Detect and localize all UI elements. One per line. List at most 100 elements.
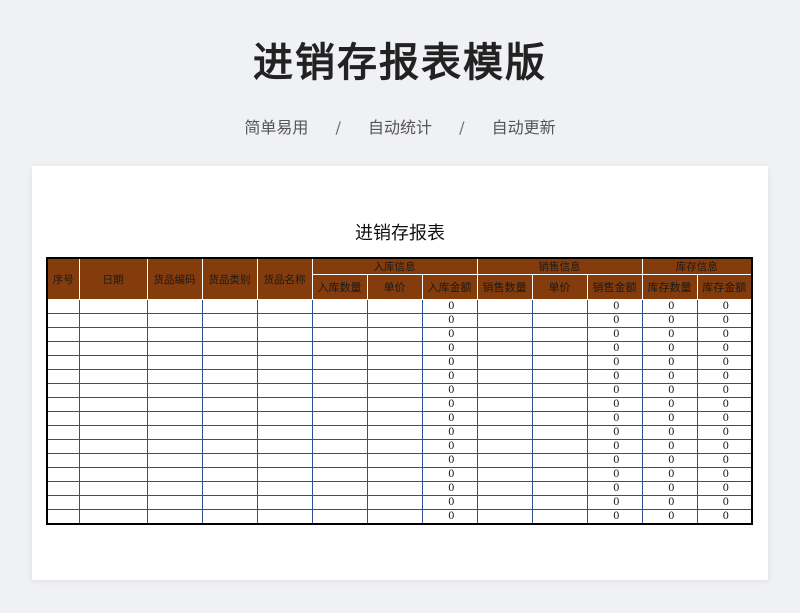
cell-empty[interactable] [366, 383, 423, 398]
cell-empty[interactable] [311, 397, 368, 412]
cell-empty[interactable] [476, 425, 533, 440]
cell-empty[interactable] [476, 467, 533, 482]
cell-empty[interactable] [366, 495, 423, 510]
cell-sales-amount[interactable]: 0 [586, 453, 643, 468]
cell-empty[interactable] [476, 341, 533, 356]
cell-empty[interactable] [256, 313, 313, 328]
cell-inbound-amount[interactable]: 0 [421, 467, 478, 482]
cell-empty[interactable] [146, 355, 203, 370]
cell-stock-qty[interactable]: 0 [641, 481, 698, 496]
cell-empty[interactable] [311, 341, 368, 356]
cell-empty[interactable] [366, 355, 423, 370]
cell-stock-amount[interactable]: 0 [696, 453, 753, 468]
cell-empty[interactable] [146, 327, 203, 342]
cell-empty[interactable] [531, 509, 588, 525]
cell-empty[interactable] [531, 355, 588, 370]
cell-empty[interactable] [146, 299, 203, 314]
cell-empty[interactable] [201, 341, 258, 356]
cell-empty[interactable] [256, 383, 313, 398]
cell-sales-amount[interactable]: 0 [586, 509, 643, 525]
cell-empty[interactable] [476, 369, 533, 384]
cell-empty[interactable] [311, 313, 368, 328]
cell-empty[interactable] [46, 481, 80, 496]
cell-empty[interactable] [78, 369, 148, 384]
cell-inbound-amount[interactable]: 0 [421, 481, 478, 496]
cell-sales-amount[interactable]: 0 [586, 397, 643, 412]
cell-empty[interactable] [476, 383, 533, 398]
cell-stock-qty[interactable]: 0 [641, 369, 698, 384]
cell-empty[interactable] [531, 411, 588, 426]
cell-empty[interactable] [531, 341, 588, 356]
cell-stock-amount[interactable]: 0 [696, 369, 753, 384]
cell-empty[interactable] [146, 397, 203, 412]
cell-empty[interactable] [201, 495, 258, 510]
cell-empty[interactable] [46, 495, 80, 510]
cell-stock-qty[interactable]: 0 [641, 453, 698, 468]
cell-empty[interactable] [311, 453, 368, 468]
cell-empty[interactable] [531, 467, 588, 482]
cell-empty[interactable] [46, 327, 80, 342]
cell-empty[interactable] [201, 355, 258, 370]
cell-inbound-amount[interactable]: 0 [421, 383, 478, 398]
cell-empty[interactable] [201, 453, 258, 468]
cell-empty[interactable] [78, 397, 148, 412]
cell-empty[interactable] [476, 313, 533, 328]
cell-stock-amount[interactable]: 0 [696, 495, 753, 510]
cell-empty[interactable] [256, 453, 313, 468]
cell-empty[interactable] [531, 369, 588, 384]
cell-sales-amount[interactable]: 0 [586, 299, 643, 314]
cell-sales-amount[interactable]: 0 [586, 313, 643, 328]
cell-empty[interactable] [201, 439, 258, 454]
cell-inbound-amount[interactable]: 0 [421, 355, 478, 370]
cell-stock-qty[interactable]: 0 [641, 425, 698, 440]
cell-empty[interactable] [78, 425, 148, 440]
cell-empty[interactable] [78, 313, 148, 328]
cell-stock-amount[interactable]: 0 [696, 397, 753, 412]
cell-sales-amount[interactable]: 0 [586, 327, 643, 342]
cell-stock-qty[interactable]: 0 [641, 355, 698, 370]
cell-stock-amount[interactable]: 0 [696, 509, 753, 525]
cell-empty[interactable] [531, 299, 588, 314]
cell-stock-qty[interactable]: 0 [641, 327, 698, 342]
cell-empty[interactable] [311, 327, 368, 342]
cell-empty[interactable] [256, 341, 313, 356]
cell-empty[interactable] [311, 495, 368, 510]
cell-empty[interactable] [201, 369, 258, 384]
cell-empty[interactable] [531, 313, 588, 328]
cell-stock-qty[interactable]: 0 [641, 509, 698, 525]
cell-empty[interactable] [476, 397, 533, 412]
cell-inbound-amount[interactable]: 0 [421, 369, 478, 384]
cell-empty[interactable] [476, 481, 533, 496]
cell-empty[interactable] [476, 495, 533, 510]
cell-sales-amount[interactable]: 0 [586, 467, 643, 482]
cell-empty[interactable] [366, 369, 423, 384]
cell-empty[interactable] [476, 411, 533, 426]
cell-inbound-amount[interactable]: 0 [421, 495, 478, 510]
cell-empty[interactable] [531, 439, 588, 454]
cell-empty[interactable] [146, 439, 203, 454]
cell-empty[interactable] [146, 495, 203, 510]
cell-empty[interactable] [146, 467, 203, 482]
cell-stock-amount[interactable]: 0 [696, 425, 753, 440]
cell-empty[interactable] [201, 467, 258, 482]
cell-empty[interactable] [201, 425, 258, 440]
cell-empty[interactable] [78, 327, 148, 342]
cell-empty[interactable] [201, 411, 258, 426]
cell-empty[interactable] [201, 509, 258, 525]
cell-empty[interactable] [531, 383, 588, 398]
cell-empty[interactable] [46, 383, 80, 398]
cell-stock-qty[interactable]: 0 [641, 495, 698, 510]
cell-empty[interactable] [366, 327, 423, 342]
cell-empty[interactable] [256, 509, 313, 525]
cell-empty[interactable] [78, 495, 148, 510]
cell-empty[interactable] [531, 327, 588, 342]
cell-empty[interactable] [531, 397, 588, 412]
cell-empty[interactable] [146, 453, 203, 468]
cell-empty[interactable] [256, 327, 313, 342]
cell-empty[interactable] [146, 313, 203, 328]
cell-empty[interactable] [311, 383, 368, 398]
cell-sales-amount[interactable]: 0 [586, 355, 643, 370]
cell-stock-qty[interactable]: 0 [641, 383, 698, 398]
cell-empty[interactable] [476, 299, 533, 314]
cell-empty[interactable] [311, 425, 368, 440]
